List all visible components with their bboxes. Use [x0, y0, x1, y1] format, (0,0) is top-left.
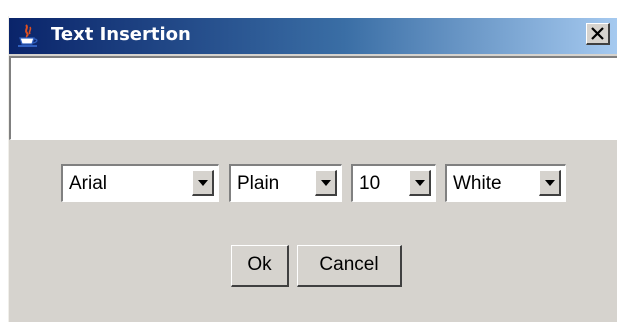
ok-button[interactable]: Ok [231, 245, 289, 287]
close-button[interactable] [586, 23, 610, 45]
cancel-button[interactable]: Cancel [297, 245, 402, 287]
title-bar[interactable]: Text Insertion [9, 16, 617, 54]
font-family-value: Arial [69, 173, 108, 194]
color-dropdown[interactable]: White [445, 164, 566, 202]
color-value: White [453, 173, 502, 194]
font-size-value: 10 [359, 173, 381, 194]
text-insertion-dialog: Text Insertion Arial Plain 10 White Ok C… [8, 16, 617, 322]
font-style-value: Plain [237, 173, 280, 194]
font-family-dropdown-button[interactable] [192, 170, 214, 196]
text-input[interactable] [9, 56, 617, 140]
font-style-dropdown[interactable]: Plain [229, 164, 342, 202]
font-size-dropdown[interactable]: 10 [351, 164, 436, 202]
font-family-dropdown[interactable]: Arial [61, 164, 219, 202]
java-cup-icon [17, 24, 39, 48]
window-title: Text Insertion [51, 24, 191, 45]
font-size-dropdown-button[interactable] [409, 170, 431, 196]
color-dropdown-button[interactable] [539, 170, 561, 196]
font-style-dropdown-button[interactable] [315, 170, 337, 196]
